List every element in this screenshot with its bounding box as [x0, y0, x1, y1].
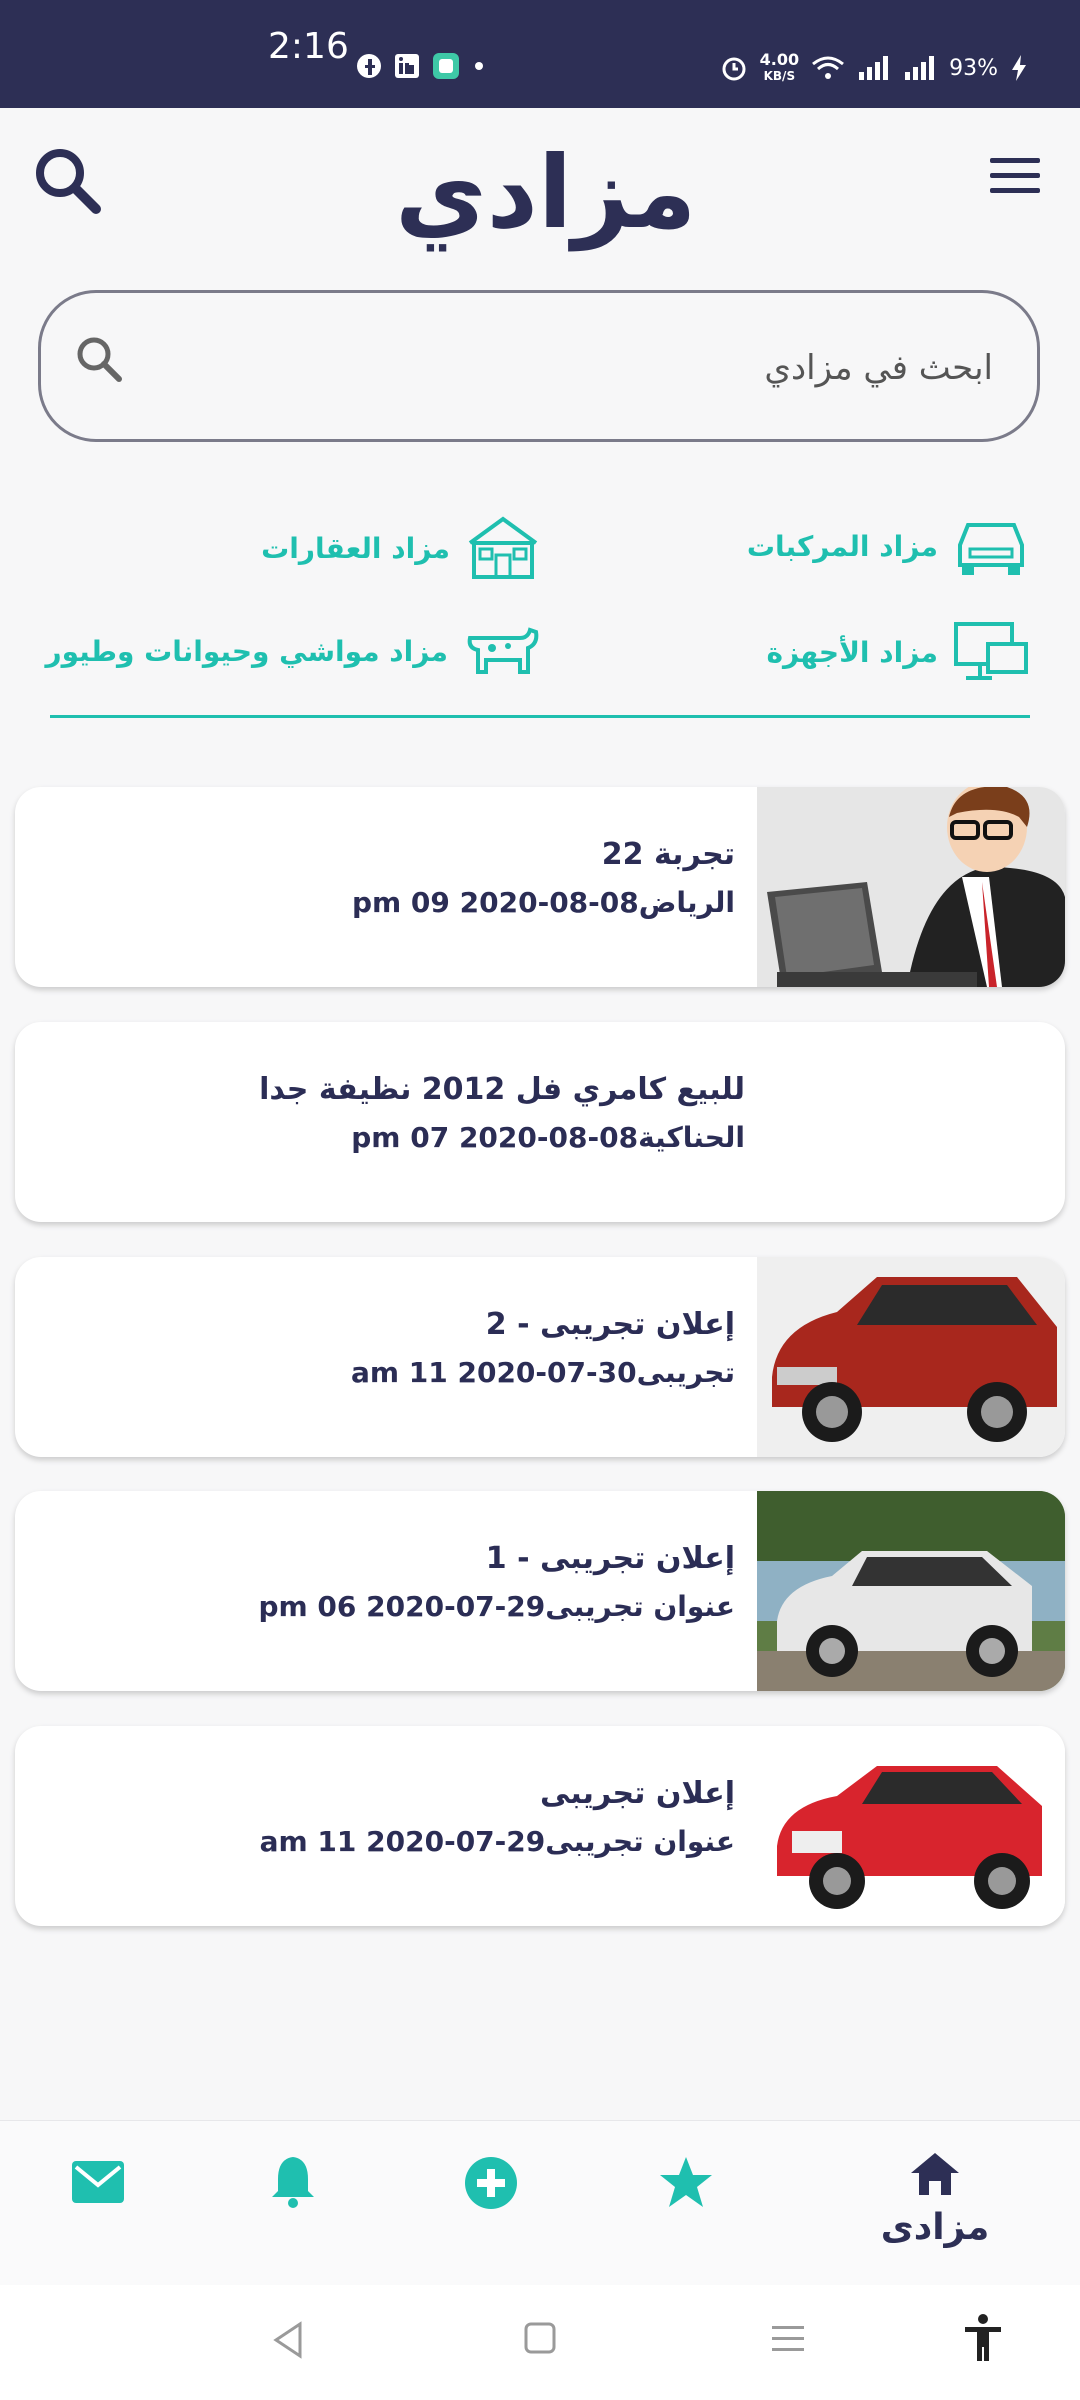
listing-card[interactable]: إعلان تجريبى - 1 عنوان تجريبى29-07-2020 … [15, 1491, 1065, 1691]
wifi-icon [812, 56, 845, 79]
category-devices[interactable]: مزاد الأجهزة [766, 620, 1030, 684]
listing-text: إعلان تجريبى - 1 عنوان تجريبى29-07-2020 … [258, 1541, 735, 1623]
listing-text: تجربة 22 الرياض08-08-2020 09 pm [352, 837, 735, 919]
charging-icon [1012, 55, 1026, 81]
status-right: 4.00 KB/S 93% [720, 52, 1028, 84]
search-icon[interactable] [30, 143, 104, 221]
nav-home[interactable]: مزادى [880, 2149, 990, 2248]
menu-icon[interactable] [990, 158, 1040, 198]
app-logo: مزادي [395, 138, 696, 248]
speed-unit: KB/S [763, 69, 796, 83]
status-time: 2:16 [268, 26, 349, 67]
logo-text: مزادي [395, 134, 697, 251]
app-header: مزادي [0, 108, 1080, 278]
listing-card[interactable]: إعلان تجريبى - 2 تجريبى30-07-2020 11 am [15, 1257, 1065, 1457]
category-vehicles-label: مزاد المركبات [746, 529, 938, 563]
listing-title: إعلان تجريبى - 1 [485, 1541, 735, 1576]
home-button-icon[interactable] [522, 2320, 558, 2360]
accessibility-icon[interactable] [962, 2313, 1004, 2367]
listing-title: تجربة 22 [601, 837, 735, 872]
alarm-icon [722, 57, 746, 81]
speed-value: 4.00 [759, 50, 800, 69]
bottom-navigation: مزادى [0, 2120, 1080, 2286]
cow-icon [467, 627, 539, 674]
red-jaguar-image [757, 1726, 1065, 1926]
listing-card[interactable]: تجربة 22 الرياض08-08-2020 09 pm [15, 787, 1065, 987]
car-icon [958, 523, 1024, 575]
listing-text: إعلان تجريبى - 2 تجريبى30-07-2020 11 am [351, 1307, 735, 1389]
facebook-icon [357, 54, 381, 78]
battery-level: 93% [949, 55, 998, 81]
listing-title: إعلان تجريبى [539, 1776, 735, 1811]
man-laptop-image [757, 787, 1065, 987]
listing-title: إعلان تجريبى - 2 [485, 1307, 735, 1342]
system-navigation-bar [0, 2285, 1080, 2400]
category-livestock[interactable]: مزاد مواشي وحيوانات وطيور [45, 620, 542, 682]
red-suv-image [757, 1257, 1065, 1457]
dot-icon [475, 62, 483, 70]
listing-meta: عنوان تجريبى29-07-2020 11 am [259, 1825, 735, 1858]
listing-meta: عنوان تجريبى29-07-2020 06 pm [258, 1590, 735, 1623]
listing-text: إعلان تجريبى عنوان تجريبى29-07-2020 11 a… [260, 1776, 735, 1858]
signal-icon-2 [905, 56, 935, 80]
search-bar[interactable] [38, 290, 1040, 442]
app-icon [433, 53, 459, 79]
listing-meta: الرياض08-08-2020 09 pm [351, 886, 735, 919]
search-input[interactable] [151, 323, 995, 413]
bell-icon[interactable] [268, 2153, 318, 2213]
notification-icons [356, 52, 486, 80]
back-icon[interactable] [270, 2320, 306, 2364]
listing-text: للبيع كامري فل 2012 نظيفة جدا الحناكية08… [259, 1072, 745, 1154]
devices-icon [954, 622, 1028, 680]
mail-icon[interactable] [70, 2159, 126, 2209]
linkedin-icon [395, 54, 419, 78]
listing-meta: تجريبى30-07-2020 11 am [350, 1356, 735, 1389]
status-bar: 2:16 4.00 KB/S 93% [0, 0, 1080, 108]
category-vehicles[interactable]: مزاد المركبات [747, 515, 1030, 577]
network-speed: 4.00 KB/S [760, 52, 799, 84]
search-field-icon[interactable] [73, 333, 125, 389]
category-realestate-label: مزاد العقارات [261, 531, 450, 565]
signal-icon [859, 56, 889, 80]
listing-meta: الحناكية08-08-2020 07 pm [351, 1121, 745, 1154]
home-icon [911, 2153, 959, 2195]
listing-card[interactable]: للبيع كامري فل 2012 نظيفة جدا الحناكية08… [15, 1022, 1065, 1222]
nav-home-label: مزادى [880, 2207, 990, 2248]
listing-card[interactable]: إعلان تجريبى عنوان تجريبى29-07-2020 11 a… [15, 1726, 1065, 1926]
white-suv-image [757, 1491, 1065, 1691]
category-divider [50, 715, 1030, 718]
category-realestate[interactable]: مزاد العقارات [261, 515, 542, 581]
recents-icon[interactable] [768, 2320, 808, 2360]
category-devices-label: مزاد الأجهزة [766, 635, 938, 669]
category-livestock-label: مزاد مواشي وحيوانات وطيور [45, 634, 448, 668]
add-circle-icon[interactable] [463, 2155, 519, 2215]
house-icon [468, 516, 538, 579]
star-icon[interactable] [658, 2155, 714, 2213]
listing-title: للبيع كامري فل 2012 نظيفة جدا [259, 1072, 745, 1107]
